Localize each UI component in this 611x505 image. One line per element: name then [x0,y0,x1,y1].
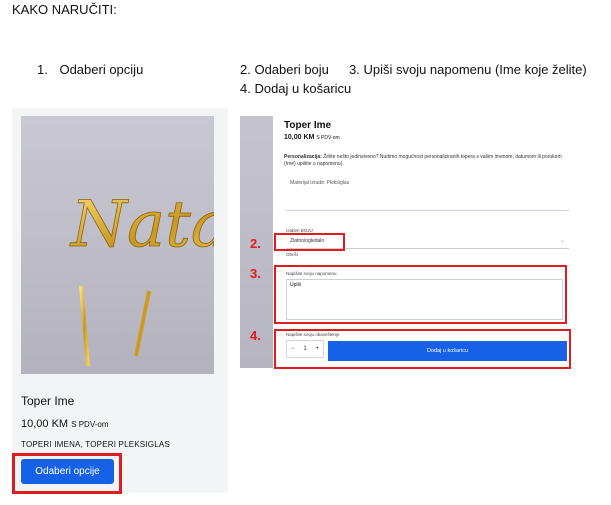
marker-3: 3. [250,266,261,281]
step-2-highlight-frame [274,233,345,251]
personalization-note: Personalizacija: Želite nešto jedinstven… [284,154,569,168]
step-3-highlight-frame [274,265,567,324]
divider [286,210,569,211]
step-4-highlight-frame [274,329,571,369]
product-page-price-value: 10,00 KM [284,134,315,141]
natali-topper-illustration: Natali [69,188,214,367]
product-page-price: 10,00 KM S PDV-om [284,134,340,141]
step-3: 3. Upiši svoju napomenu (Ime koje želite… [349,62,587,77]
product-page-title: Toper Ime [284,120,332,131]
topper-name-text: Natali [69,188,214,262]
step-1-text: Odaberi opciju [59,62,144,77]
product-categories[interactable]: TOPERI IMENA, TOPERI PLEKSIGLAS [21,440,170,449]
step-1-number: 1. [37,62,48,77]
product-title[interactable]: Toper Ime [21,394,74,408]
step-4: 4. Dodaj u košaricu [240,81,352,96]
marker-2: 2. [250,236,261,251]
step-2: 2. Odaberi boju [240,62,329,77]
chevron-down-icon: ⌄ [559,238,565,244]
product-price: 10,00 KM S PDV-om [21,418,109,430]
choose-options-button[interactable]: Odaberi opcije [21,459,114,484]
price-suffix: S PDV-om [71,420,109,429]
clear-link[interactable]: Obriši [286,252,298,257]
note-text: Želite nešto jedinstveno? Nudimo mogućno… [284,154,562,167]
product-page-price-suffix: S PDV-om [316,135,340,141]
marker-4: 4. [250,328,261,343]
price-value: 10,00 KM [21,418,69,430]
material-text: Materijal izrade: Pleksiglas [290,180,350,186]
step-1: 1. Odaberi opciju [37,62,143,77]
product-image[interactable]: Natali [21,116,214,374]
page-heading: KAKO NARUČITI: [12,2,117,17]
note-label: Personalizacija: [284,154,322,160]
